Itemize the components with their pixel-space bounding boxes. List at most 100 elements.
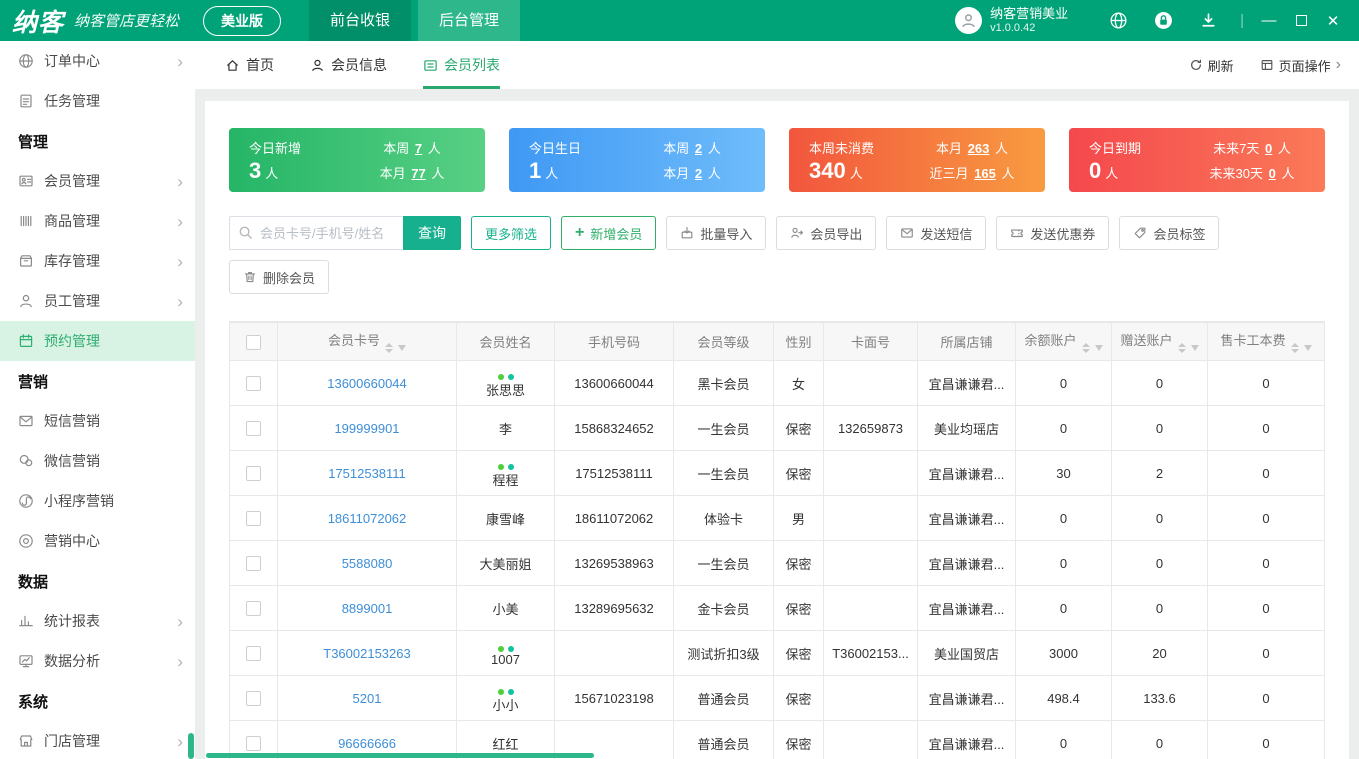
sidebar-item-task[interactable]: 任务管理 bbox=[0, 81, 195, 121]
close-button[interactable]: ✕ bbox=[1317, 0, 1349, 41]
export-member-button[interactable]: 会员导出 bbox=[776, 216, 877, 250]
row-checkbox[interactable] bbox=[246, 556, 261, 572]
stats-subvalue-link[interactable]: 2 bbox=[695, 166, 702, 181]
sidebar-item-inventory[interactable]: 库存管理 › bbox=[0, 241, 195, 281]
member-gift: 0 bbox=[1111, 585, 1208, 631]
table-header-col-5[interactable]: 性别 bbox=[773, 322, 824, 361]
member-level: 普通会员 bbox=[673, 675, 774, 721]
row-checkbox[interactable] bbox=[246, 601, 261, 617]
sidebar-item-store[interactable]: 门店管理 › bbox=[0, 721, 195, 759]
member-fee: 0 bbox=[1207, 630, 1325, 676]
sidebar-item-report[interactable]: 统计报表 › bbox=[0, 601, 195, 641]
stats-card-detail: 本周 7 人本月 77 人 bbox=[339, 138, 485, 182]
row-checkbox[interactable] bbox=[246, 421, 261, 437]
table-header-col-2[interactable]: 会员姓名 bbox=[456, 322, 555, 361]
nav-tab-cashier[interactable]: 前台收银 bbox=[309, 0, 412, 41]
row-checkbox[interactable] bbox=[246, 691, 261, 707]
tab-member-list[interactable]: 会员列表 bbox=[423, 41, 500, 89]
table-header-col-7[interactable]: 所属店铺 bbox=[917, 322, 1016, 361]
sidebar-item-order-center[interactable]: 订单中心 › bbox=[0, 41, 195, 81]
sidebar-item-sms-marketing[interactable]: 短信营销 bbox=[0, 401, 195, 441]
sidebar-item-miniprogram-marketing[interactable]: 小程序营销 bbox=[0, 481, 195, 521]
page-ops-button[interactable]: 页面操作 › bbox=[1260, 56, 1341, 75]
table-header-col-8[interactable]: 余额账户 bbox=[1015, 322, 1112, 361]
member-card-no-link[interactable]: 199999901 bbox=[334, 421, 399, 436]
table-hscrollbar-thumb[interactable] bbox=[206, 753, 594, 758]
avatar[interactable] bbox=[955, 7, 983, 34]
member-card-no-link[interactable]: 8899001 bbox=[342, 601, 393, 616]
table-header-col-10[interactable]: 售卡工本费 bbox=[1207, 322, 1325, 361]
member-name: 张思思 bbox=[485, 382, 525, 398]
lock-icon[interactable] bbox=[1154, 11, 1173, 30]
table-body: 13600660044 张思思 13600660044 黑卡会员女宜昌谦谦君... 0 0… bbox=[229, 360, 1325, 759]
more-filter-button[interactable]: 更多筛选 bbox=[471, 216, 552, 250]
sort-filter-icon[interactable] bbox=[1177, 343, 1199, 353]
tab-member-info[interactable]: 会员信息 bbox=[310, 41, 387, 89]
sidebar-item-appointment[interactable]: 预约管理 bbox=[0, 321, 195, 361]
sort-filter-icon[interactable] bbox=[1290, 343, 1312, 353]
sidebar-item-product[interactable]: 商品管理 › bbox=[0, 201, 195, 241]
refresh-button[interactable]: 刷新 bbox=[1189, 56, 1234, 75]
maximize-button[interactable] bbox=[1285, 0, 1317, 41]
sidebar-scrollbar-thumb[interactable] bbox=[188, 733, 194, 759]
sidebar-item-wechat-marketing[interactable]: 微信营销 bbox=[0, 441, 195, 481]
delete-member-button[interactable]: 删除会员 bbox=[229, 260, 330, 294]
stats-subvalue-link[interactable]: 0 bbox=[1265, 141, 1272, 156]
stats-subvalue-link[interactable]: 0 bbox=[1269, 166, 1276, 181]
send-sms-button[interactable]: 发送短信 bbox=[886, 216, 987, 250]
column-label: 卡面号 bbox=[850, 335, 890, 350]
sort-filter-icon[interactable] bbox=[385, 343, 406, 353]
stats-subvalue-link[interactable]: 77 bbox=[411, 166, 425, 181]
member-gift: 0 bbox=[1111, 405, 1208, 451]
maximize-icon bbox=[1295, 15, 1307, 26]
download-icon[interactable] bbox=[1199, 11, 1218, 30]
member-tag-button[interactable]: 会员标签 bbox=[1119, 216, 1220, 250]
table-header-col-6[interactable]: 卡面号 bbox=[823, 322, 918, 361]
top-header: 纳客 纳客管店更轻松 美业版 前台收银 后台管理 纳客营销美业 v1.0.0.4… bbox=[0, 0, 1359, 41]
stats-card-value: 1人 bbox=[529, 158, 559, 183]
table-header-col-1[interactable]: 会员卡号 bbox=[277, 322, 457, 361]
member-card-no-link[interactable]: 13600660044 bbox=[327, 376, 407, 391]
search-input[interactable] bbox=[229, 216, 403, 250]
stats-subvalue-link[interactable]: 7 bbox=[415, 141, 422, 156]
table-header-col-9[interactable]: 赠送账户 bbox=[1111, 322, 1208, 361]
stats-subvalue-link[interactable]: 165 bbox=[974, 166, 996, 181]
add-member-button[interactable]: + 新增会员 bbox=[561, 216, 657, 250]
account-name: 纳客营销美业 bbox=[990, 6, 1069, 22]
sidebar-item-member[interactable]: 会员管理 › bbox=[0, 161, 195, 201]
member-card-no-link[interactable]: T36002153263 bbox=[323, 646, 410, 661]
member-phone: 15868324652 bbox=[554, 405, 674, 451]
nav-tab-backend[interactable]: 后台管理 bbox=[418, 0, 521, 41]
member-card-no-link[interactable]: 5588080 bbox=[342, 556, 393, 571]
table-header-col-4[interactable]: 会员等级 bbox=[673, 322, 774, 361]
search-button[interactable]: 查询 bbox=[403, 216, 461, 250]
member-card-face bbox=[823, 540, 918, 586]
batch-import-button[interactable]: 批量导入 bbox=[666, 216, 767, 250]
table-header-select-all bbox=[229, 322, 278, 361]
tab-home[interactable]: 首页 bbox=[225, 41, 274, 89]
table-header-col-3[interactable]: 手机号码 bbox=[554, 322, 674, 361]
select-all-checkbox[interactable] bbox=[246, 334, 261, 350]
stats-subvalue-link[interactable]: 263 bbox=[968, 141, 990, 156]
search-box: 查询 bbox=[229, 216, 461, 250]
edition-button[interactable]: 美业版 bbox=[203, 5, 282, 36]
sidebar-item-marketing-center[interactable]: 营销中心 bbox=[0, 521, 195, 561]
member-card-no-link[interactable]: 18611072062 bbox=[328, 511, 407, 526]
main-area: 首页 会员信息 会员列表 刷新 页面操作 › 今日新增 3 人 本周 7 人 本… bbox=[195, 41, 1359, 759]
minimize-button[interactable]: — bbox=[1253, 0, 1285, 41]
sidebar-item-analysis[interactable]: 数据分析 › bbox=[0, 641, 195, 681]
member-card-no-link[interactable]: 96666666 bbox=[338, 736, 396, 751]
row-checkbox[interactable] bbox=[246, 511, 261, 527]
sidebar-item-staff[interactable]: 员工管理 › bbox=[0, 281, 195, 321]
member-card-no-link[interactable]: 17512538111 bbox=[328, 466, 406, 481]
logo-text: 纳客 bbox=[12, 8, 65, 37]
row-checkbox[interactable] bbox=[246, 736, 261, 752]
row-checkbox[interactable] bbox=[246, 646, 261, 662]
row-checkbox[interactable] bbox=[246, 376, 261, 392]
language-globe-icon[interactable] bbox=[1109, 11, 1128, 30]
member-card-no-link[interactable]: 5201 bbox=[353, 691, 382, 706]
sort-filter-icon[interactable] bbox=[1081, 343, 1103, 353]
row-checkbox[interactable] bbox=[246, 466, 261, 482]
stats-subvalue-link[interactable]: 2 bbox=[695, 141, 702, 156]
send-coupon-button[interactable]: 发送优惠券 bbox=[996, 216, 1110, 250]
